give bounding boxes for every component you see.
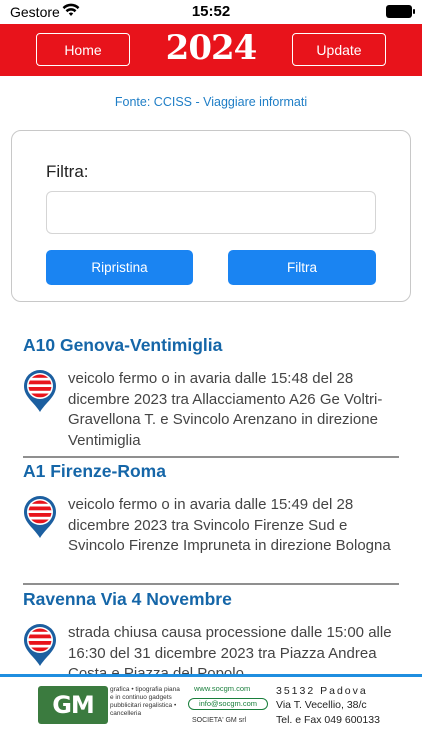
divider	[23, 456, 399, 458]
ad-address-street: Via T. Vecellio, 38/c	[276, 699, 367, 711]
ad-phone: Tel. e Fax 049 600133	[276, 714, 380, 726]
ad-services: grafica • tipografia piana e in continuo…	[110, 686, 180, 717]
gm-logo: GM	[38, 686, 108, 724]
filter-panel: Filtra: Ripristina Filtra	[11, 130, 411, 302]
traffic-marker-icon	[24, 496, 56, 538]
filter-input[interactable]	[46, 191, 376, 234]
update-button[interactable]: Update	[292, 33, 386, 66]
filter-button[interactable]: Filtra	[228, 250, 376, 285]
ad-address-city: 35132 Padova	[276, 685, 368, 697]
app-header: Home 2024 Update	[0, 24, 422, 76]
footer-ad-banner[interactable]: GM grafica • tipografia piana e in conti…	[0, 677, 422, 750]
status-bar: Gestore 15:52	[0, 0, 422, 24]
ad-email: info@socgm.com	[188, 698, 268, 710]
ad-company: SOCIETA' GM srl	[192, 717, 247, 724]
event-road: Ravenna Via 4 Novembre	[23, 589, 232, 609]
reset-button[interactable]: Ripristina	[46, 250, 193, 285]
event-description: veicolo fermo o in avaria dalle 15:49 de…	[68, 496, 391, 554]
traffic-marker-icon	[24, 370, 56, 412]
ad-website: www.socgm.com	[194, 684, 251, 693]
source-link[interactable]: Fonte: CCISS - Viaggiare informati	[0, 95, 422, 109]
event-description: veicolo fermo o in avaria dalle 15:48 de…	[68, 370, 383, 449]
status-time: 15:52	[191, 3, 231, 20]
filter-label: Filtra:	[46, 162, 89, 181]
event-road: A1 Firenze-Roma	[23, 461, 166, 481]
battery-icon	[386, 5, 415, 18]
divider	[23, 583, 399, 585]
traffic-marker-icon	[24, 624, 56, 666]
event-road: A10 Genova-Ventimiglia	[23, 335, 223, 355]
